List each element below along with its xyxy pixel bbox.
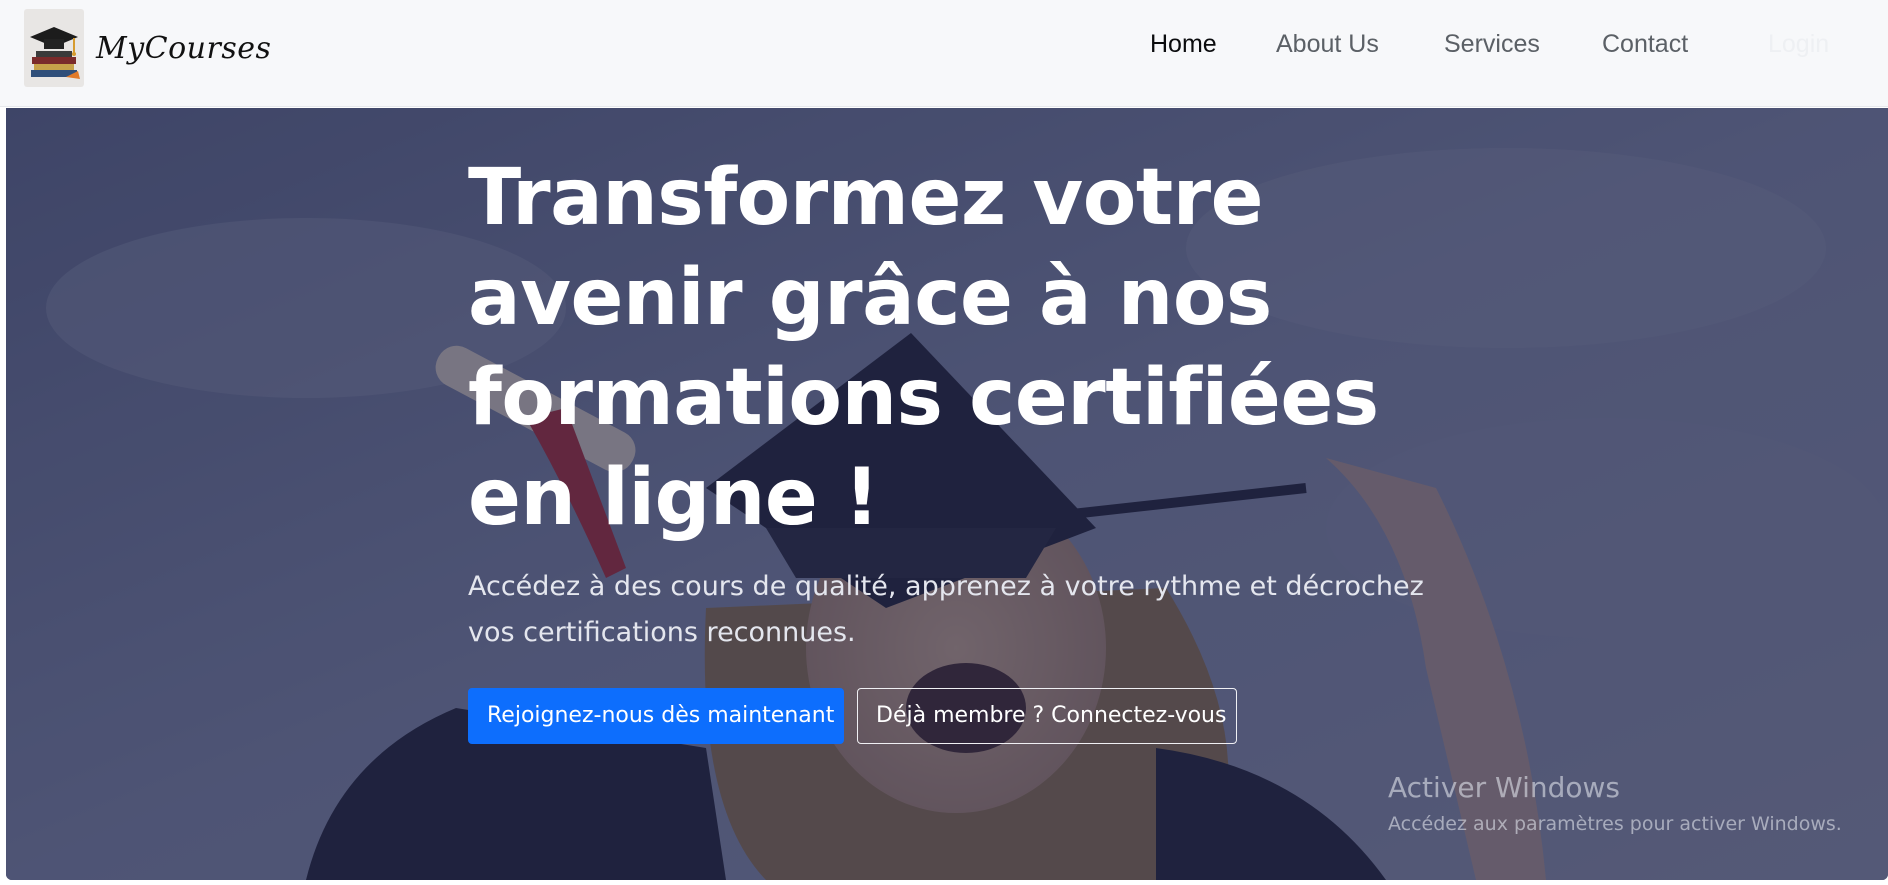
brand[interactable]: MyCourses xyxy=(24,8,271,88)
nav-link-login[interactable]: Login xyxy=(1768,30,1829,59)
hero-buttons: Rejoignez-nous dès maintenant Déjà membr… xyxy=(468,688,1428,744)
nav-link-home[interactable]: Home xyxy=(1150,30,1217,59)
navbar: MyCourses Home About Us Services Contact… xyxy=(0,0,1888,107)
watermark-title: Activer Windows xyxy=(1388,771,1621,804)
watermark-subtitle: Accédez aux paramètres pour activer Wind… xyxy=(1388,813,1842,835)
join-now-button[interactable]: Rejoignez-nous dès maintenant xyxy=(468,688,844,744)
hero-content: Transformez votre avenir grâce à nos for… xyxy=(468,148,1428,744)
hero-section: Transformez votre avenir grâce à nos for… xyxy=(6,108,1888,880)
hero-title: Transformez votre avenir grâce à nos for… xyxy=(468,153,1379,543)
windows-activation-watermark: Activer Windows Accédez aux paramètres p… xyxy=(1388,770,1868,838)
nav-link-services[interactable]: Services xyxy=(1444,30,1540,59)
graduation-cap-books-logo-icon xyxy=(24,9,84,87)
login-connect-button[interactable]: Déjà membre ? Connectez-vous xyxy=(857,688,1237,744)
nav-link-about-us[interactable]: About Us xyxy=(1276,30,1379,59)
brand-name: MyCourses xyxy=(96,30,272,66)
nav-link-contact[interactable]: Contact xyxy=(1602,30,1688,59)
hero-subtitle: Accédez à des cours de qualité, apprenez… xyxy=(468,571,1424,648)
